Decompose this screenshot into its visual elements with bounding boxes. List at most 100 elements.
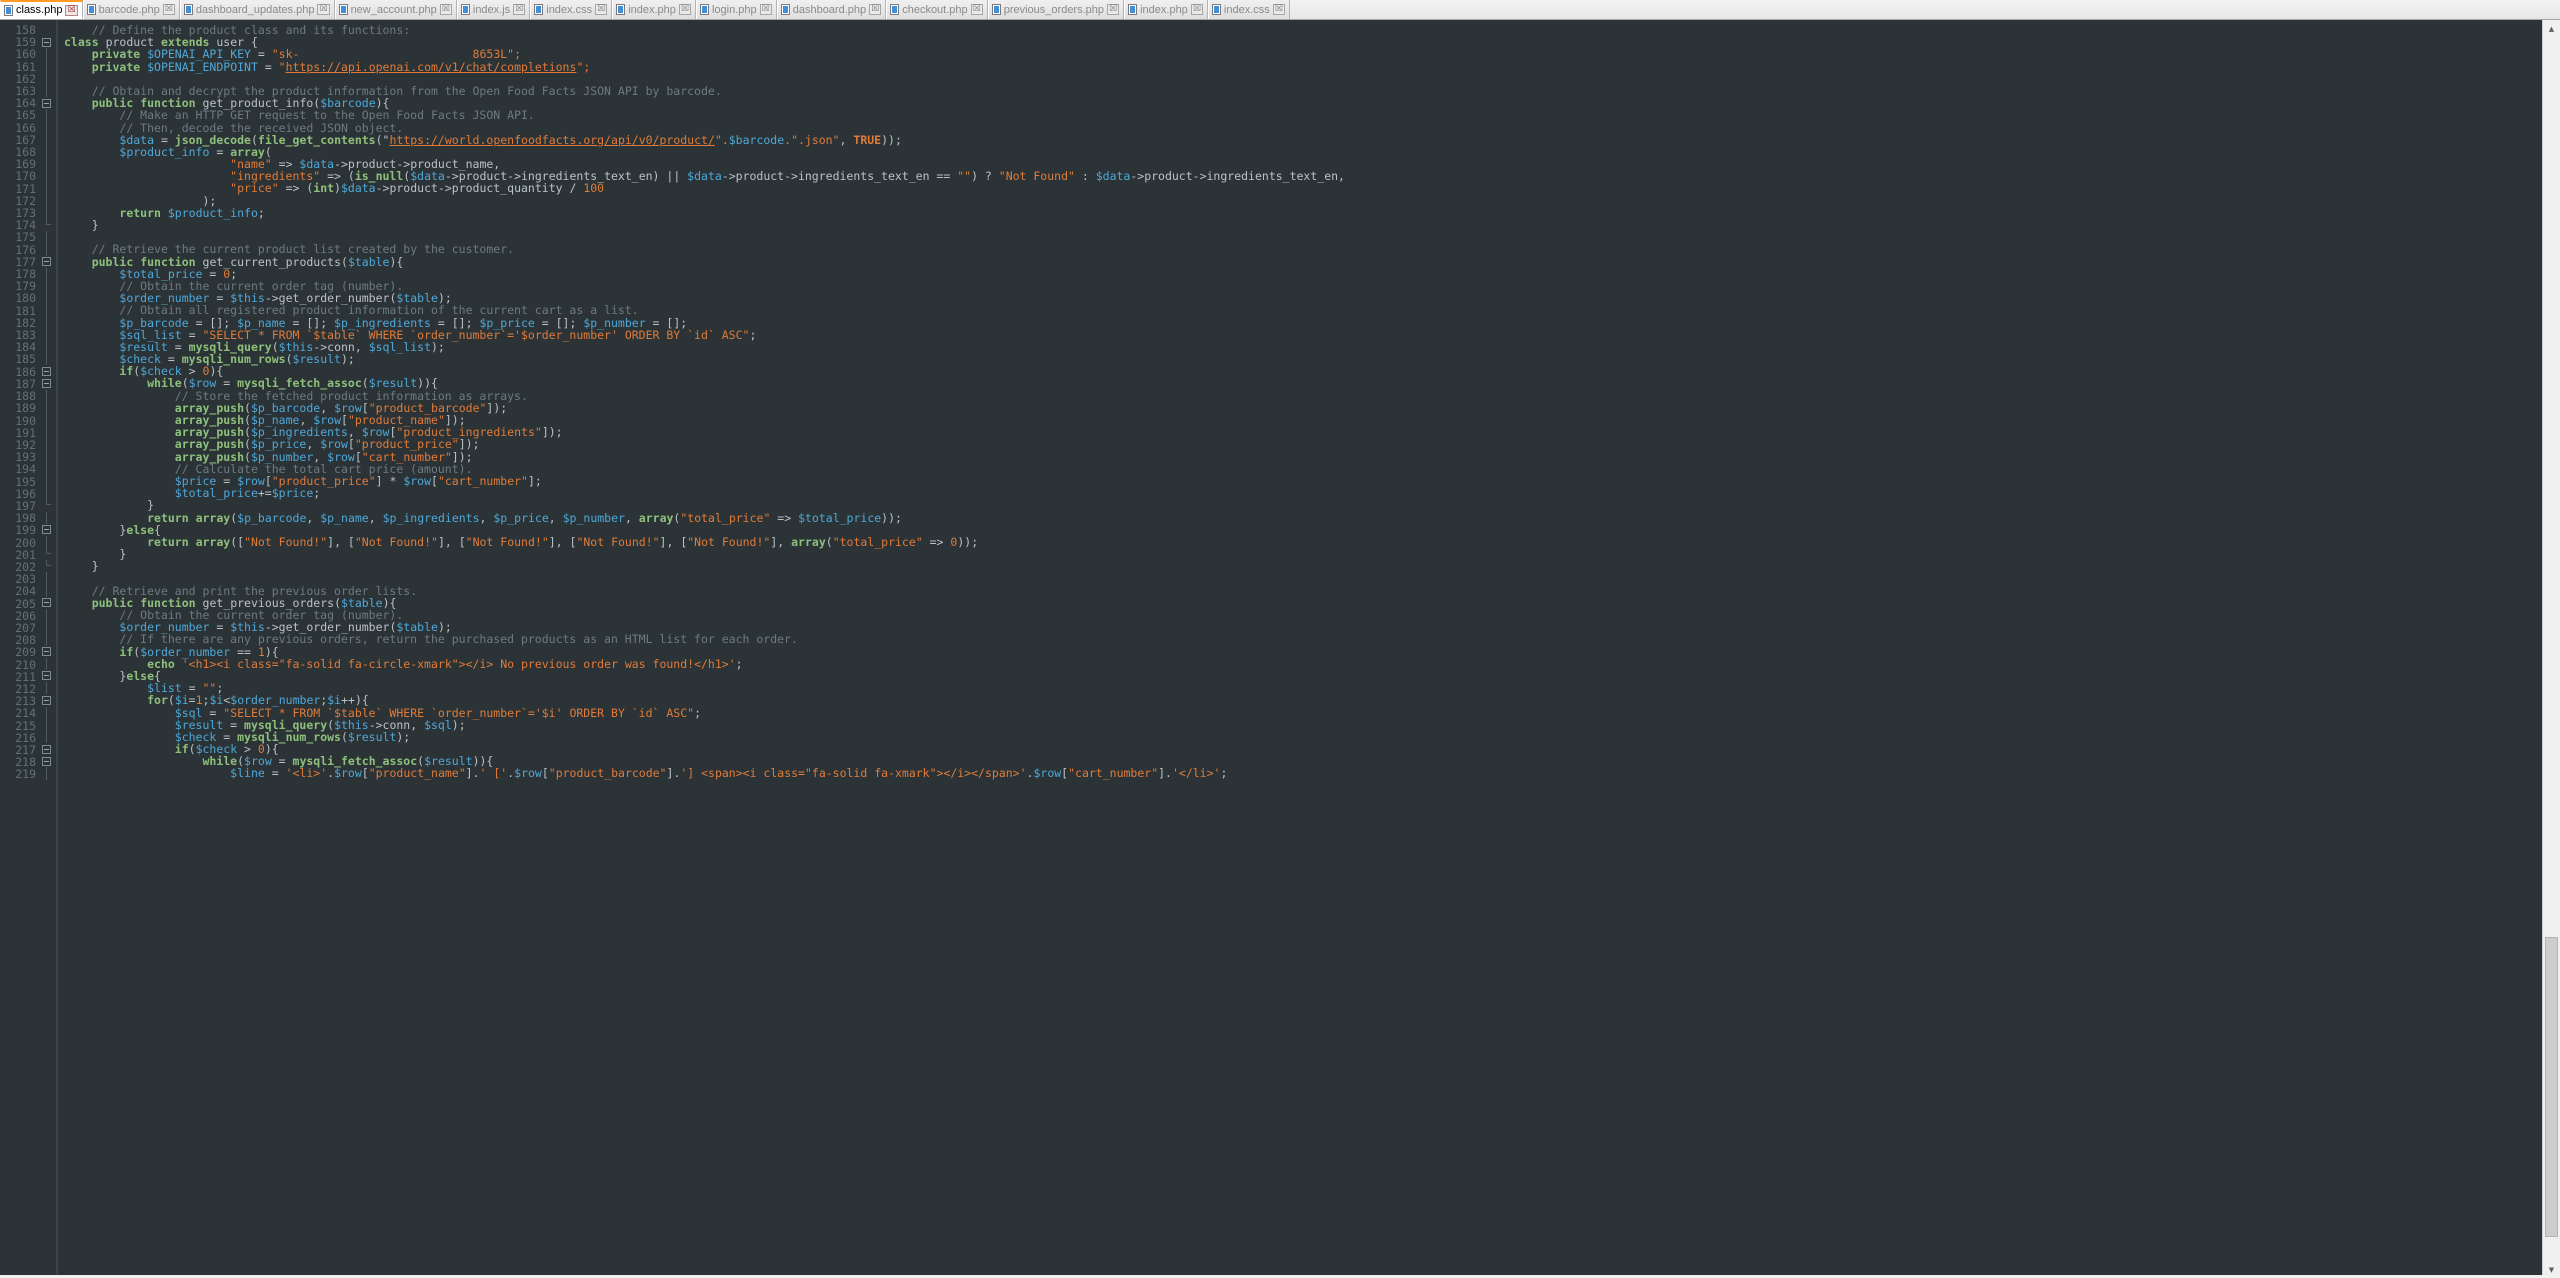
code-token: $product_info bbox=[168, 206, 258, 220]
tab-new_account-php[interactable]: new_account.php☒ bbox=[335, 0, 457, 19]
tab-index-css[interactable]: index.css☒ bbox=[1208, 0, 1290, 19]
tab-checkout-php[interactable]: checkout.php☒ bbox=[886, 0, 988, 19]
tab-label: login.php bbox=[712, 4, 757, 16]
fold-marker[interactable] bbox=[40, 524, 54, 536]
code-line[interactable]: echo '<h1><i class="fa-solid fa-circle-x… bbox=[64, 658, 2560, 670]
close-icon[interactable]: ☒ bbox=[760, 4, 772, 15]
tab-barcode-php[interactable]: barcode.php☒ bbox=[83, 0, 180, 19]
code-text-area[interactable]: // Define the product class and its func… bbox=[58, 20, 2560, 1278]
code-line[interactable]: return $product_info; bbox=[64, 207, 2560, 219]
code-line[interactable]: return array($p_barcode, $p_name, $p_ing… bbox=[64, 512, 2560, 524]
tab-index-php[interactable]: index.php☒ bbox=[1124, 0, 1208, 19]
close-icon[interactable]: ☒ bbox=[440, 4, 452, 15]
code-line[interactable]: } bbox=[64, 560, 2560, 572]
code-token: = bbox=[265, 766, 286, 780]
fold-collapse-icon[interactable] bbox=[42, 647, 51, 656]
code-token: array bbox=[196, 535, 231, 549]
code-line[interactable]: // If there are any previous orders, ret… bbox=[64, 633, 2560, 645]
fold-collapse-icon[interactable] bbox=[42, 38, 51, 47]
fold-collapse-icon[interactable] bbox=[42, 745, 51, 754]
code-line[interactable]: } bbox=[64, 548, 2560, 560]
code-line[interactable]: $line = '<li>'.$row["product_name"].' ['… bbox=[64, 767, 2560, 779]
close-icon[interactable]: ☒ bbox=[869, 4, 881, 15]
tab-previous_orders-php[interactable]: previous_orders.php☒ bbox=[988, 0, 1124, 19]
fold-collapse-icon[interactable] bbox=[42, 696, 51, 705]
close-icon[interactable]: ☒ bbox=[595, 4, 607, 15]
code-line[interactable]: } bbox=[64, 219, 2560, 231]
code-line[interactable]: "price" => (int)$data->product->product_… bbox=[64, 182, 2560, 194]
code-line[interactable]: return array(["Not Found!"], ["Not Found… bbox=[64, 536, 2560, 548]
code-line[interactable]: $result = mysqli_query($this->conn, $sql… bbox=[64, 341, 2560, 353]
code-line[interactable]: ); bbox=[64, 195, 2560, 207]
code-line[interactable]: public function get_previous_orders($tab… bbox=[64, 597, 2560, 609]
code-line[interactable]: $check = mysqli_num_rows($result); bbox=[64, 353, 2560, 365]
file-icon bbox=[4, 5, 13, 16]
tab-index-css[interactable]: index.css☒ bbox=[530, 0, 612, 19]
code-line[interactable]: public function get_current_products($ta… bbox=[64, 256, 2560, 268]
document-tab-bar[interactable]: class.php☒barcode.php☒dashboard_updates.… bbox=[0, 0, 2560, 20]
code-line[interactable]: $total_price = 0; bbox=[64, 268, 2560, 280]
code-line[interactable]: $data = json_decode(file_get_contents("h… bbox=[64, 134, 2560, 146]
close-icon[interactable]: ☒ bbox=[1273, 4, 1285, 15]
fold-marker[interactable] bbox=[40, 743, 54, 755]
fold-collapse-icon[interactable] bbox=[42, 99, 51, 108]
code-folding-margin[interactable] bbox=[40, 20, 54, 1278]
fold-marker[interactable] bbox=[40, 646, 54, 658]
fold-marker[interactable] bbox=[40, 377, 54, 389]
close-icon[interactable]: ☒ bbox=[1107, 4, 1119, 15]
tab-index-js[interactable]: index.js☒ bbox=[457, 0, 530, 19]
scroll-down-arrow[interactable]: ▼ bbox=[2543, 1261, 2560, 1278]
fold-marker[interactable] bbox=[40, 694, 54, 706]
code-line[interactable] bbox=[64, 572, 2560, 584]
fold-marker[interactable] bbox=[40, 755, 54, 767]
close-icon[interactable]: ☒ bbox=[317, 4, 329, 15]
vertical-scrollbar[interactable]: ▲ ▼ bbox=[2542, 20, 2560, 1278]
tab-dashboard-php[interactable]: dashboard.php☒ bbox=[777, 0, 886, 19]
code-token: ]. bbox=[666, 766, 680, 780]
fold-marker[interactable] bbox=[40, 365, 54, 377]
code-line[interactable]: $check = mysqli_num_rows($result); bbox=[64, 731, 2560, 743]
line-number: 170 bbox=[0, 170, 36, 182]
fold-collapse-icon[interactable] bbox=[42, 379, 51, 388]
close-icon[interactable]: ☒ bbox=[163, 4, 175, 15]
code-line[interactable]: private $OPENAI_ENDPOINT = "https://api.… bbox=[64, 61, 2560, 73]
code-line[interactable]: // Obtain and decrypt the product inform… bbox=[64, 85, 2560, 97]
code-line[interactable]: // Define the product class and its func… bbox=[64, 24, 2560, 36]
code-editor[interactable]: 1581591601611621631641651661671681691701… bbox=[0, 20, 2560, 1278]
close-icon[interactable]: ☒ bbox=[679, 4, 691, 15]
scroll-up-arrow[interactable]: ▲ bbox=[2543, 20, 2560, 37]
fold-collapse-icon[interactable] bbox=[42, 367, 51, 376]
tab-label: barcode.php bbox=[99, 4, 160, 16]
fold-marker[interactable] bbox=[40, 256, 54, 268]
code-line[interactable]: // Retrieve and print the previous order… bbox=[64, 585, 2560, 597]
fold-line bbox=[46, 451, 47, 463]
close-icon[interactable]: ☒ bbox=[1191, 4, 1203, 15]
code-token: => bbox=[770, 511, 798, 525]
tab-dashboard_updates-php[interactable]: dashboard_updates.php☒ bbox=[180, 0, 335, 19]
fold-marker[interactable] bbox=[40, 36, 54, 48]
fold-marker[interactable] bbox=[40, 597, 54, 609]
fold-marker[interactable] bbox=[40, 97, 54, 109]
fold-collapse-icon[interactable] bbox=[42, 757, 51, 766]
fold-collapse-icon[interactable] bbox=[42, 671, 51, 680]
fold-marker bbox=[40, 243, 54, 255]
code-line[interactable]: $total_price+=$price; bbox=[64, 487, 2560, 499]
fold-collapse-icon[interactable] bbox=[42, 598, 51, 607]
tab-index-php[interactable]: index.php☒ bbox=[612, 0, 696, 19]
tab-login-php[interactable]: login.php☒ bbox=[696, 0, 777, 19]
code-line[interactable]: if($check > 0){ bbox=[64, 365, 2560, 377]
fold-marker[interactable] bbox=[40, 670, 54, 682]
code-line[interactable]: $price = $row["product_price"] * $row["c… bbox=[64, 475, 2560, 487]
close-icon[interactable]: ☒ bbox=[971, 4, 983, 15]
code-line[interactable]: }else{ bbox=[64, 670, 2560, 682]
code-line[interactable]: $list = ""; bbox=[64, 682, 2560, 694]
fold-collapse-icon[interactable] bbox=[42, 525, 51, 534]
close-icon[interactable]: ☒ bbox=[513, 4, 525, 15]
tab-class-php[interactable]: class.php☒ bbox=[0, 0, 83, 19]
code-line[interactable]: // Retrieve the current product list cre… bbox=[64, 243, 2560, 255]
code-line[interactable]: // Make an HTTP GET request to the Open … bbox=[64, 109, 2560, 121]
code-line[interactable]: $result = mysqli_query($this->conn, $sql… bbox=[64, 719, 2560, 731]
fold-collapse-icon[interactable] bbox=[42, 257, 51, 266]
vertical-scrollbar-thumb[interactable] bbox=[2545, 937, 2558, 1237]
close-icon[interactable]: ☒ bbox=[65, 5, 77, 16]
